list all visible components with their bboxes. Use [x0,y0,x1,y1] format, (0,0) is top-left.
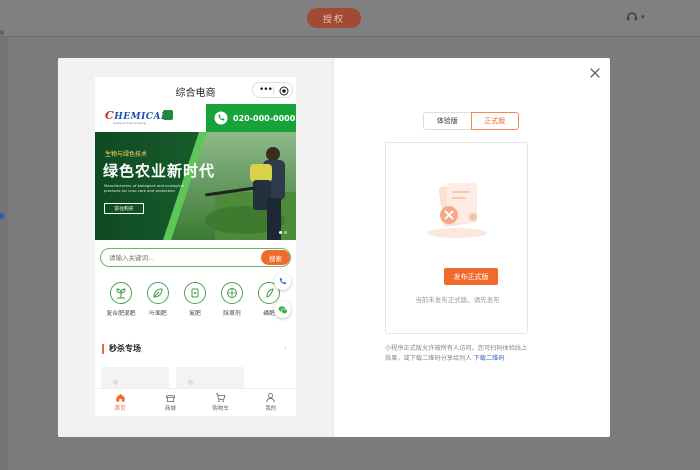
tab-profile[interactable]: 我的 [246,389,296,416]
category-item[interactable]: 除草剂 [214,282,250,317]
banner-buy-button[interactable]: 前往购买 [104,203,144,214]
search-input[interactable] [109,252,249,264]
globe-icon [227,288,237,298]
section-accent-bar [102,344,104,354]
banner-dot[interactable] [284,231,287,234]
image-placeholder-icon [188,380,193,385]
store-icon [165,395,176,403]
banner-dot[interactable] [279,231,282,234]
category-item[interactable]: 复合肥混肥 [103,282,139,317]
hotline-number: 020-000-0000 [233,113,296,123]
tab-cart[interactable]: 购物车 [196,389,246,416]
banner-description: Manufacturers of biological and ecologic… [104,183,185,193]
auth-button[interactable]: 授权 [307,8,361,28]
release-panel: 发布正式版 当前未发布正式版，请先发布 [385,142,528,334]
banner-headline: 绿色农业新时代 [103,162,216,180]
tab-home[interactable]: 首页 [95,389,145,416]
floating-wechat-button[interactable] [274,301,291,318]
wechat-icon [278,305,288,314]
logo-badge-icon [163,110,173,120]
preview-pane: 综合电商 ••• CHEMICAL Grass & Tree Growing 0… [58,58,333,437]
chevron-down-icon: ▾ [641,13,645,21]
publish-modal: 综合电商 ••• CHEMICAL Grass & Tree Growing 0… [58,58,610,437]
top-bar: 授权 ▾ [0,0,700,37]
publish-hint: 当前未发布正式版，请先发布 [415,296,500,304]
close-target-icon[interactable] [279,86,289,96]
phone-preview: 综合电商 ••• CHEMICAL Grass & Tree Growing 0… [95,77,296,416]
flash-sale-header[interactable]: 秒杀专场 › [102,343,292,355]
phone-icon [214,111,228,125]
more-icon[interactable]: ••• [259,85,273,95]
support-menu[interactable]: ▾ [626,11,645,23]
banner-tag: 生物与绿色技术 [105,151,148,158]
publish-release-button[interactable]: 发布正式版 [444,268,498,285]
tab-trial-version[interactable]: 体验版 [423,112,471,130]
miniprogram-header: 综合电商 ••• [95,77,296,103]
chemical-logo: CHEMICAL Grass & Tree Growing [105,108,175,128]
user-icon [266,393,276,403]
phone-icon [279,277,287,285]
image-placeholder-icon [113,380,118,385]
flash-sale-title: 秒杀专场 [109,344,141,353]
download-qrcode-link[interactable]: 下载二维码 [474,355,505,362]
close-icon[interactable] [588,66,602,80]
capsule-menu[interactable]: ••• [252,82,293,98]
brand-row: CHEMICAL Grass & Tree Growing 020-000-00… [95,103,296,132]
sidebar-marker [0,30,4,35]
tab-release-version[interactable]: 正式版 [470,112,519,130]
hotline-badge[interactable]: 020-000-0000 [206,104,296,132]
release-note: 小程序正式版允许被所有人访问。您可扫码体验线上效果，或下载二维码分享给别人 下载… [385,345,528,362]
capsule-divider [273,86,274,95]
headset-icon [627,12,637,21]
left-sidebar [0,37,8,470]
banner-pagination [279,231,287,234]
category-row: 复合肥混肥 叶面肥 氮肥 除草剂 磷肥 [95,282,296,327]
search-button[interactable]: 搜索 [261,250,290,265]
leaf-icon [153,288,163,298]
version-tabs: 体验版 正式版 [423,112,519,130]
sprout-icon [266,288,274,298]
search-bar: 搜索 [100,248,291,267]
cart-icon [216,393,226,402]
category-item[interactable]: 叶面肥 [140,282,176,317]
tab-mall[interactable]: 商城 [145,389,195,416]
hero-banner[interactable]: 生物与绿色技术 绿色农业新时代 Manufacturers of biologi… [95,132,296,240]
bottom-tabbar: 首页 商城 购物车 我的 [95,388,296,416]
pane-divider [333,58,334,437]
fertilizer-bag-icon [191,288,199,298]
category-item[interactable]: 氮肥 [177,282,213,317]
floating-call-button[interactable] [274,273,291,290]
home-icon [116,393,125,402]
chevron-right-icon: › [284,344,287,352]
empty-state-illustration [427,183,487,238]
seedling-icon [116,288,126,299]
